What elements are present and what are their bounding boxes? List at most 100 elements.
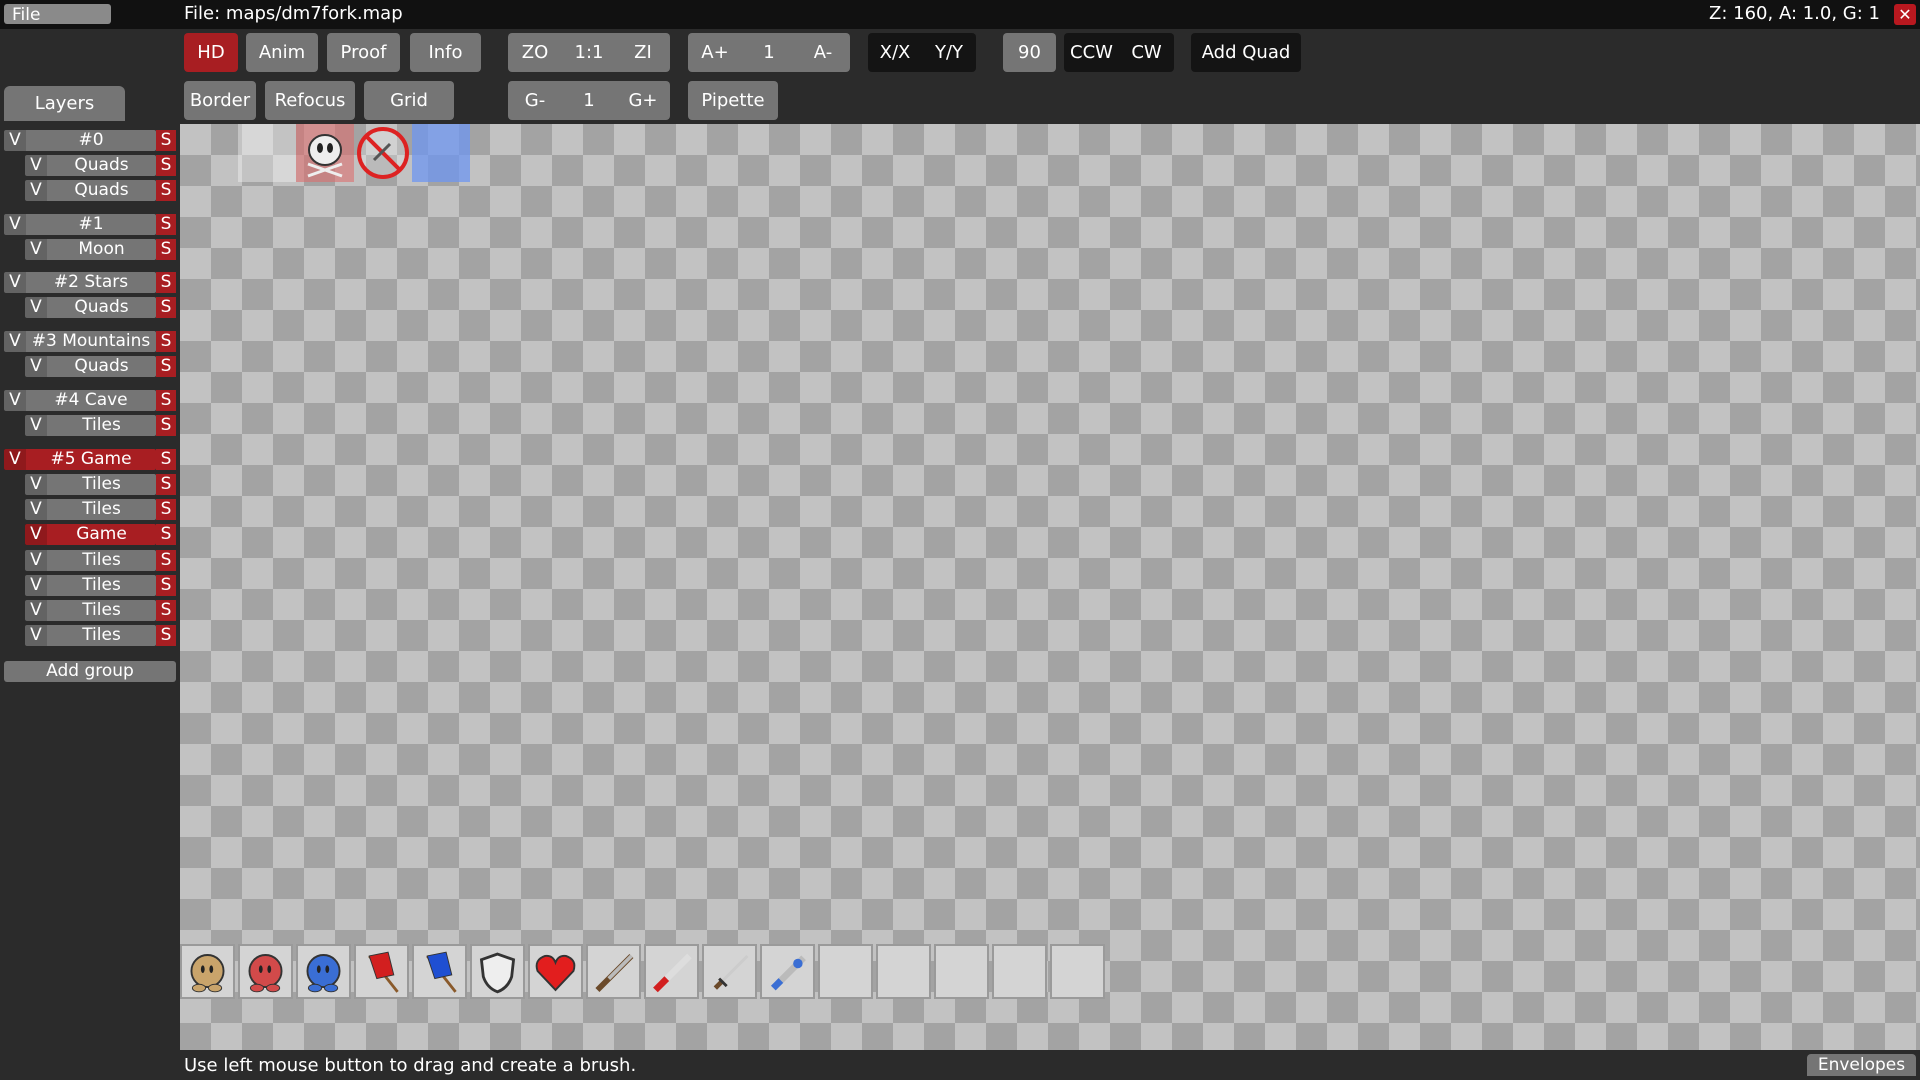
flip-y-button[interactable]: Y/Y [922, 42, 976, 63]
zoom-in-button[interactable]: ZI [616, 42, 670, 63]
layer-visibility-toggle[interactable]: V [25, 625, 47, 646]
envelopes-tab[interactable]: Envelopes [1807, 1054, 1916, 1076]
layer-solo-toggle[interactable]: S [156, 390, 176, 411]
layer-row[interactable]: V #5 Game S [4, 449, 176, 470]
flip-x-button[interactable]: X/X [868, 42, 922, 63]
layer-visibility-toggle[interactable]: V [25, 155, 47, 176]
layer-solo-toggle[interactable]: S [156, 331, 176, 352]
nohook-tile[interactable] [354, 124, 412, 182]
rotate-ccw-button[interactable]: CCW [1064, 42, 1119, 63]
layer-row[interactable]: V Tiles S [25, 550, 176, 571]
zoom-out-button[interactable]: ZO [508, 42, 562, 63]
layer-solo-toggle[interactable]: S [156, 449, 176, 470]
entity-slot[interactable] [470, 944, 525, 999]
entity-slot[interactable] [296, 944, 351, 999]
grid-increase-button[interactable]: G+ [616, 90, 670, 111]
layer-solo-toggle[interactable]: S [156, 550, 176, 571]
grid-button[interactable]: Grid [364, 81, 454, 120]
layer-solo-toggle[interactable]: S [156, 356, 176, 377]
layer-row[interactable]: V Quads S [25, 356, 176, 377]
layer-row[interactable]: V #1 S [4, 214, 176, 235]
refocus-button[interactable]: Refocus [265, 81, 355, 120]
layer-solo-toggle[interactable]: S [156, 415, 176, 436]
layer-row[interactable]: V Tiles S [25, 625, 176, 646]
layer-row[interactable]: V #2 Stars S [4, 272, 176, 293]
layer-visibility-toggle[interactable]: V [4, 390, 26, 411]
layer-row[interactable]: V Game S [25, 524, 176, 545]
rotate-value-field[interactable]: 90 [1003, 33, 1056, 72]
entity-slot[interactable] [702, 944, 757, 999]
pipette-button[interactable]: Pipette [688, 81, 778, 120]
layer-visibility-toggle[interactable]: V [4, 130, 26, 151]
layer-solo-toggle[interactable]: S [156, 625, 176, 646]
layer-row[interactable]: V Quads S [25, 180, 176, 201]
entity-slot[interactable] [934, 944, 989, 999]
layer-row[interactable]: V Tiles S [25, 499, 176, 520]
grid-decrease-button[interactable]: G- [508, 90, 562, 111]
layer-visibility-toggle[interactable]: V [4, 272, 26, 293]
layer-visibility-toggle[interactable]: V [25, 415, 47, 436]
layer-visibility-toggle[interactable]: V [25, 524, 47, 545]
add-quad-button[interactable]: Add Quad [1191, 33, 1301, 72]
entity-slot[interactable] [818, 944, 873, 999]
layer-row[interactable]: V #4 Cave S [4, 390, 176, 411]
entity-slot[interactable] [760, 944, 815, 999]
freeze-tile[interactable] [412, 124, 470, 182]
close-icon[interactable]: ✕ [1894, 4, 1916, 25]
entity-slot[interactable] [528, 944, 583, 999]
layer-solo-toggle[interactable]: S [156, 155, 176, 176]
layer-visibility-toggle[interactable]: V [4, 449, 26, 470]
layer-row[interactable]: V Moon S [25, 239, 176, 260]
layer-visibility-toggle[interactable]: V [25, 550, 47, 571]
entity-slot[interactable] [586, 944, 641, 999]
layer-visibility-toggle[interactable]: V [25, 239, 47, 260]
layer-solo-toggle[interactable]: S [156, 474, 176, 495]
layer-solo-toggle[interactable]: S [156, 600, 176, 621]
layers-tab[interactable]: Layers [4, 86, 125, 121]
layer-solo-toggle[interactable]: S [156, 239, 176, 260]
layer-solo-toggle[interactable]: S [156, 214, 176, 235]
layer-solo-toggle[interactable]: S [156, 180, 176, 201]
layer-solo-toggle[interactable]: S [156, 499, 176, 520]
info-button[interactable]: Info [410, 33, 481, 72]
death-tile[interactable] [296, 124, 354, 182]
layer-row[interactable]: V Quads S [25, 155, 176, 176]
hd-button[interactable]: HD [184, 33, 238, 72]
layer-visibility-toggle[interactable]: V [4, 331, 26, 352]
layer-solo-toggle[interactable]: S [156, 524, 176, 545]
layer-solo-toggle[interactable]: S [156, 272, 176, 293]
border-button[interactable]: Border [184, 81, 256, 120]
layer-visibility-toggle[interactable]: V [25, 180, 47, 201]
layer-row[interactable]: V Tiles S [25, 600, 176, 621]
layer-row[interactable]: V Tiles S [25, 415, 176, 436]
entity-slot[interactable] [354, 944, 409, 999]
entity-slot[interactable] [180, 944, 235, 999]
file-menu-button[interactable]: File [4, 4, 111, 25]
layer-row[interactable]: V #0 S [4, 130, 176, 151]
air-tile[interactable] [238, 124, 296, 182]
layer-visibility-toggle[interactable]: V [25, 474, 47, 495]
layer-row[interactable]: V #3 Mountains S [4, 331, 176, 352]
map-canvas[interactable] [180, 124, 1920, 1050]
add-group-button[interactable]: Add group [4, 661, 176, 682]
layer-visibility-toggle[interactable]: V [25, 356, 47, 377]
entity-slot[interactable] [876, 944, 931, 999]
layer-row[interactable]: V Tiles S [25, 575, 176, 596]
entity-slot[interactable] [238, 944, 293, 999]
rotate-cw-button[interactable]: CW [1119, 42, 1174, 63]
layer-solo-toggle[interactable]: S [156, 130, 176, 151]
layer-visibility-toggle[interactable]: V [25, 575, 47, 596]
layer-row[interactable]: V Quads S [25, 297, 176, 318]
layer-solo-toggle[interactable]: S [156, 297, 176, 318]
entity-slot[interactable] [992, 944, 1047, 999]
entity-slot[interactable] [644, 944, 699, 999]
layer-visibility-toggle[interactable]: V [25, 499, 47, 520]
anim-button[interactable]: Anim [246, 33, 318, 72]
layer-solo-toggle[interactable]: S [156, 575, 176, 596]
anim-speed-up-button[interactable]: A+ [688, 42, 742, 63]
entity-slot[interactable] [1050, 944, 1105, 999]
entity-slot[interactable] [412, 944, 467, 999]
anim-speed-down-button[interactable]: A- [796, 42, 850, 63]
layer-row[interactable]: V Tiles S [25, 474, 176, 495]
proof-button[interactable]: Proof [327, 33, 400, 72]
